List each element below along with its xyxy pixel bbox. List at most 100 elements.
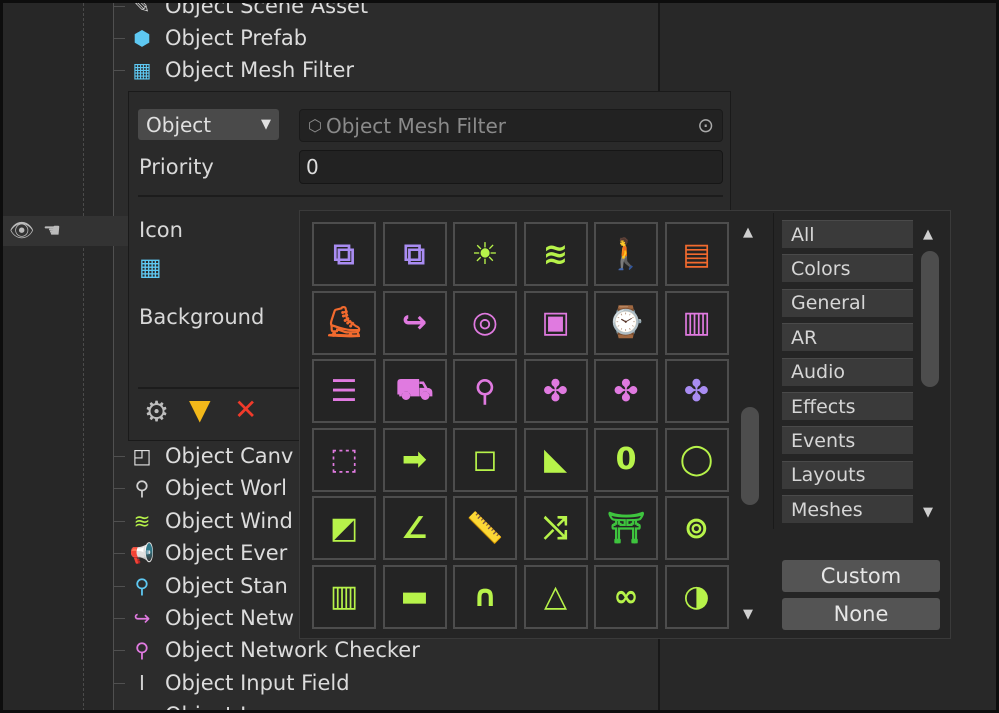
icon-cell[interactable]: ▤ [664,222,729,286]
hierarchy-item[interactable]: ▭ Object Image [129,700,306,710]
icon-cell[interactable]: ✤ [594,359,658,423]
hierarchy-item[interactable]: ⚲ Object Worl [129,473,287,503]
hand-icon[interactable]: ☚ [43,218,61,242]
icon-cell[interactable]: ↪ [382,290,447,355]
background-label: Background [139,305,265,329]
icon-cell[interactable]: ⛟ [382,359,447,423]
none-button[interactable]: None [782,598,940,630]
icon-glyph: ⌚ [607,305,645,340]
hierarchy-item[interactable]: Ⅰ Object Input Field [129,668,350,698]
gear-icon[interactable]: ⚙ [144,395,169,428]
category-layouts[interactable]: Layouts [782,460,913,489]
category-audio[interactable]: Audio [782,357,913,386]
category-scroll-down-icon[interactable]: ▼ [923,505,933,520]
icon-cell[interactable]: ✤ [523,359,588,423]
icon-cell[interactable]: ⛸ [312,290,376,355]
icon-glyph: ◣ [543,442,568,477]
icon-cell[interactable]: ∠ [382,496,447,560]
icon-cell[interactable]: ☰ [312,359,376,423]
icon-cell[interactable]: ⤭ [523,496,588,560]
icon-cell[interactable]: ⛩ [594,496,658,560]
hierarchy-item-label: Object Stan [165,573,288,598]
category-effects[interactable]: Effects [782,392,913,420]
tree-tick [113,618,125,619]
icon-glyph: ✤ [613,373,639,409]
hierarchy-item-label: Object Ever [165,541,288,566]
icon-glyph: ◎ [471,305,499,340]
close-icon[interactable]: ✕ [234,393,257,426]
icon-cell[interactable]: ▣ [523,290,588,355]
chevron-down-icon: ▼ [261,117,271,132]
hierarchy-item[interactable]: ⚲ Object Network Checker [129,635,420,665]
icon-cell[interactable]: ✤ [664,359,729,423]
category-events[interactable]: Events [782,426,913,455]
icon-cell[interactable]: 🚶 [594,222,658,286]
object-picker-icon[interactable]: ⊙ [697,113,714,137]
priority-input[interactable]: 0 [299,150,723,184]
grid-icon[interactable]: ▦ [139,253,162,281]
hierarchy-item[interactable]: ◰ Object Canv [129,441,294,471]
icon-cell[interactable]: △ [523,564,588,629]
image-icon: ▭ [129,702,155,710]
hierarchy-item[interactable]: ≋ Object Wind [129,506,293,536]
scroll-down-icon[interactable]: ▼ [743,607,753,622]
icon-cell[interactable]: ▥ [664,290,729,355]
icon-cell[interactable]: ⚲ [453,359,517,423]
icon-cell[interactable]: ➡ [382,427,447,492]
icon-glyph: 🚶 [607,236,645,272]
hierarchy-item[interactable]: ↪ Object Netw [129,603,295,633]
icon-cell[interactable]: ◣ [523,427,588,492]
hierarchy-item-label: Object Image [165,703,306,710]
icon-cell[interactable]: ◯ [664,427,729,492]
tree-tick [113,520,125,522]
type-dropdown-value: Object [146,112,212,137]
icon-cell[interactable]: 📏 [453,496,517,560]
icon-cell[interactable]: ▥ [312,564,376,629]
hierarchy-item[interactable]: ▦ Object Mesh Filter [129,55,355,85]
priority-label: Priority [139,155,214,179]
hierarchy-item[interactable]: 📢 Object Ever [129,538,288,568]
icon-cell[interactable]: ∩ [453,564,517,629]
icon-cell[interactable]: ◩ [312,496,376,560]
grid-scroll-thumb[interactable] [741,407,759,505]
icon-cell[interactable]: ∞ [594,564,658,629]
object-field[interactable]: ⬡ Object Mesh Filter ⊙ [299,109,723,142]
icon-glyph: ◩ [329,510,359,546]
hierarchy-item[interactable]: ⬢ Object Prefab [129,23,307,53]
icon-cell[interactable]: 0 [594,427,658,492]
category-meshes[interactable]: Meshes [782,495,913,524]
hierarchy-item[interactable]: ✎ Object Scene Asset [129,3,369,21]
icon-cell[interactable]: ⌚ [594,290,658,355]
category-scroll-up-icon[interactable]: ▲ [923,227,933,242]
icon-cell[interactable]: ⊚ [664,496,729,560]
hierarchy-item[interactable]: ⚲ Object Stan [129,571,288,601]
custom-button[interactable]: Custom [782,560,940,592]
icon-glyph: ⚲ [474,373,496,409]
icon-cell[interactable]: ◻ [453,427,517,492]
icon-cell[interactable]: ▬ [382,564,447,629]
icon-glyph: ▤ [682,236,711,272]
category-general[interactable]: General [782,288,913,317]
icon-cell[interactable]: ⧉ [312,222,376,286]
icon-cell[interactable]: ☀ [453,222,517,286]
left-gutter [3,3,113,710]
icon-cell[interactable]: ◑ [664,564,729,629]
category-colors[interactable]: Colors [782,254,913,283]
icon-cell[interactable]: ⧉ [382,222,447,286]
tree-tick [113,456,125,457]
icon-glyph: ⛟ [395,371,434,407]
category-ar[interactable]: AR [782,323,913,352]
branch-arrow-icon: ↪ [133,606,151,630]
filter-icon[interactable]: ▼ [189,393,211,426]
tree-tick [113,6,125,7]
icon-cell[interactable]: ◎ [453,290,517,355]
tree-line [113,3,114,710]
category-all[interactable]: All [782,220,913,248]
category-scroll-thumb[interactable] [921,251,939,387]
icon-cell[interactable]: ≋ [523,222,588,286]
icon-glyph: ⤭ [543,510,568,546]
eye-icon[interactable]: 👁 [9,218,34,242]
icon-cell[interactable]: ⬚ [312,427,376,492]
scroll-up-icon[interactable]: ▲ [743,225,753,240]
type-dropdown[interactable]: Object ▼ [138,109,279,140]
